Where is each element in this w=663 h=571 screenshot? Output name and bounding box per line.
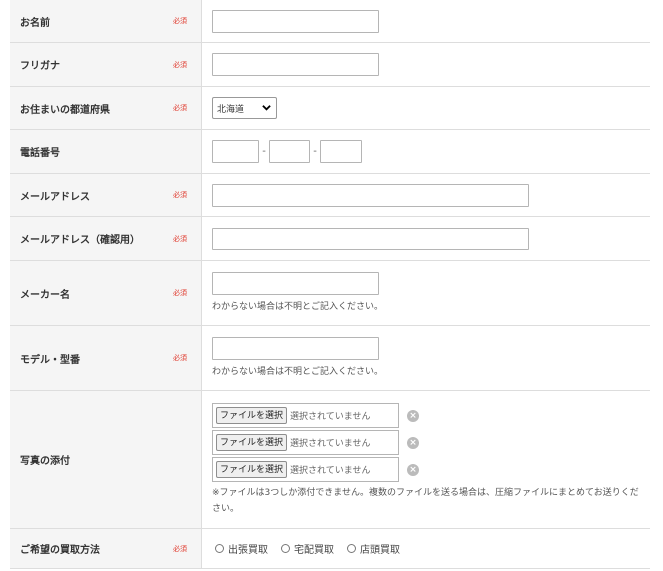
phone-separator: - <box>262 146 266 157</box>
radio-option-onsite[interactable]: 出張買取 <box>212 541 268 556</box>
field-label-name: お名前 <box>20 17 50 29</box>
form-row-photos: 写真の添付 ファイルを選択 選択されていません × ファイルを選択 選択されてい… <box>10 391 650 529</box>
file-input[interactable]: ファイルを選択 選択されていません <box>212 403 399 428</box>
field-input-cell: ファイルを選択 選択されていません × ファイルを選択 選択されていません × … <box>202 391 650 528</box>
radio-label: 宅配買取 <box>294 545 334 556</box>
form-row-model: モデル・型番 必須 わからない場合は不明とご記入ください。 <box>10 326 650 391</box>
form-row-phone: 電話番号 - - <box>10 130 650 174</box>
radio-option-delivery[interactable]: 宅配買取 <box>278 541 334 556</box>
form-row-prefecture: お住まいの都道府県 必須 北海道 <box>10 87 650 130</box>
choose-file-button[interactable]: ファイルを選択 <box>216 434 288 451</box>
radio-button[interactable] <box>281 544 290 553</box>
field-label-cell: お住まいの都道府県 必須 <box>10 87 202 129</box>
radio-button[interactable] <box>215 544 224 553</box>
field-input-cell <box>202 217 650 260</box>
field-label-cell: メールアドレス 必須 <box>10 174 202 216</box>
file-input[interactable]: ファイルを選択 選択されていません <box>212 430 399 455</box>
phone-inputs: - - <box>212 140 650 163</box>
phone-separator: - <box>313 146 317 157</box>
furigana-input[interactable] <box>212 53 379 76</box>
field-input-cell <box>202 43 650 86</box>
email-confirm-input[interactable] <box>212 227 529 250</box>
file-status: 選択されていません <box>290 412 371 422</box>
remove-file-icon[interactable]: × <box>407 409 419 422</box>
radio-button[interactable] <box>347 544 356 553</box>
field-label-cell: メーカー名 必須 <box>10 261 202 325</box>
field-label-purchase-method: ご希望の買取方法 <box>20 545 100 556</box>
field-label-cell: メールアドレス（確認用） 必須 <box>10 217 202 260</box>
file-status: 選択されていません <box>290 466 371 476</box>
form-row-maker: メーカー名 必須 わからない場合は不明とご記入ください。 <box>10 261 650 326</box>
photos-note: ※ファイルは3つしか添付できません。複数のファイルを送る場合は、圧縮ファイルにま… <box>212 488 639 514</box>
field-input-cell: わからない場合は不明とご記入ください。 <box>202 261 650 325</box>
field-input-cell: わからない場合は不明とご記入ください。 <box>202 326 650 390</box>
field-label-model: モデル・型番 <box>20 354 80 366</box>
form-row-email-confirm: メールアドレス（確認用） 必須 <box>10 217 650 261</box>
form-row-furigana: フリガナ 必須 <box>10 43 650 87</box>
phone-part3-input[interactable] <box>320 140 362 163</box>
file-upload-row: ファイルを選択 選択されていません × <box>212 430 650 455</box>
maker-note: わからない場合は不明とご記入ください。 <box>212 301 384 312</box>
required-badge: 必須 <box>173 289 187 297</box>
field-label-cell: 写真の添付 <box>10 391 202 528</box>
phone-part1-input[interactable] <box>212 140 259 163</box>
field-label-email: メールアドレス <box>20 191 90 203</box>
model-input[interactable] <box>212 336 379 360</box>
field-label-prefecture: お住まいの都道府県 <box>20 104 110 116</box>
field-label-maker: メーカー名 <box>20 289 70 301</box>
phone-part2-input[interactable] <box>269 140 310 163</box>
required-badge: 必須 <box>173 104 187 112</box>
field-label-phone: 電話番号 <box>20 148 60 159</box>
field-input-cell <box>202 0 650 42</box>
name-input[interactable] <box>212 9 379 33</box>
required-badge: 必須 <box>173 60 187 69</box>
field-label-cell: ご希望の買取方法 必須 <box>10 529 202 568</box>
field-label-email-confirm: メールアドレス（確認用） <box>20 235 140 246</box>
field-label-cell: 電話番号 <box>10 130 202 173</box>
field-input-cell: - - <box>202 130 650 173</box>
form-row-email: メールアドレス 必須 <box>10 174 650 217</box>
file-upload-row: ファイルを選択 選択されていません × <box>212 457 650 482</box>
remove-file-icon[interactable]: × <box>407 463 419 476</box>
file-status: 選択されていません <box>290 439 371 449</box>
remove-file-icon[interactable]: × <box>407 436 419 449</box>
chevron-down-icon <box>262 105 271 111</box>
file-input[interactable]: ファイルを選択 選択されていません <box>212 457 399 482</box>
field-label-photos: 写真の添付 <box>20 456 70 467</box>
inquiry-form: お名前 必須 フリガナ 必須 お住まいの都道府県 必須 北海道 電話番号 - -… <box>10 0 650 569</box>
purchase-method-radio-group: 出張買取 宅配買取 店頭買取 <box>212 541 650 556</box>
radio-label: 出張買取 <box>228 545 268 556</box>
field-input-cell: 出張買取 宅配買取 店頭買取 <box>202 529 650 568</box>
model-note: わからない場合は不明とご記入ください。 <box>212 366 384 377</box>
field-label-cell: お名前 必須 <box>10 0 202 42</box>
field-input-cell: 北海道 <box>202 87 650 129</box>
field-input-cell <box>202 174 650 216</box>
field-label-cell: フリガナ 必須 <box>10 43 202 86</box>
choose-file-button[interactable]: ファイルを選択 <box>216 407 288 424</box>
form-row-name: お名前 必須 <box>10 0 650 43</box>
email-input[interactable] <box>212 183 529 207</box>
radio-label: 店頭買取 <box>360 545 400 556</box>
form-row-purchase-method: ご希望の買取方法 必須 出張買取 宅配買取 店頭買取 <box>10 529 650 569</box>
required-badge: 必須 <box>173 17 187 25</box>
field-label-furigana: フリガナ <box>20 61 60 72</box>
required-badge: 必須 <box>173 191 187 199</box>
field-label-cell: モデル・型番 必須 <box>10 326 202 390</box>
required-badge: 必須 <box>173 354 187 362</box>
prefecture-select[interactable]: 北海道 <box>212 97 277 119</box>
required-badge: 必須 <box>173 234 187 243</box>
file-upload-row: ファイルを選択 選択されていません × <box>212 403 650 428</box>
radio-option-store[interactable]: 店頭買取 <box>344 541 400 556</box>
choose-file-button[interactable]: ファイルを選択 <box>216 461 288 478</box>
prefecture-selected-value: 北海道 <box>217 104 245 115</box>
required-badge: 必須 <box>173 544 187 553</box>
maker-input[interactable] <box>212 271 379 295</box>
